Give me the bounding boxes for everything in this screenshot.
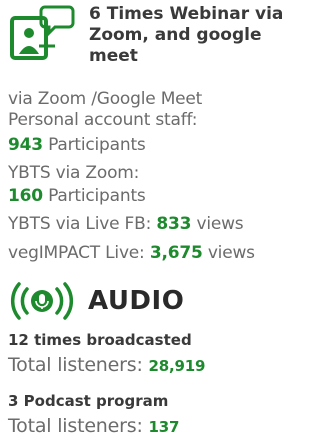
broadcast-microphone-icon [11,282,73,320]
ybts-zoom-participants: 160 Participants [8,186,146,206]
views-label: views [196,214,244,234]
podcast-listeners-count: 137 [148,418,180,436]
broadcast-label: 12 times broadcasted [8,331,192,349]
participants-label: Participants [48,135,146,155]
views-label: views [207,243,255,263]
ybts-fb-line: YBTS via Live FB: 833 views [8,214,244,234]
listeners-label: Total listeners: [8,415,143,437]
presenter-chat-icon [10,5,75,60]
podcast-label: 3 Podcast program [8,392,169,410]
ybts-zoom-line: YBTS via Zoom: [8,163,140,183]
vegimpact-count: 3,675 [149,243,203,263]
participants-label: Participants [48,186,146,206]
listeners-label: Total listeners: [8,354,143,376]
personal-count: 943 [8,135,43,155]
ybts-zoom-count: 160 [8,186,43,206]
broadcast-listeners-count: 28,919 [148,357,206,375]
ybts-fb-count: 833 [156,214,192,234]
webinar-title: 6 Times Webinar via Zoom, and google mee… [89,4,284,66]
zoom-google-line: via Zoom /Google Meet [8,89,203,109]
podcast-listeners-line: Total listeners: 137 [8,414,179,439]
audio-title: AUDIO [88,286,185,316]
personal-participants: 943 Participants [8,135,146,155]
vegimpact-label: vegIMPACT Live: [8,243,145,263]
ybts-fb-label: YBTS via Live FB: [8,214,152,234]
vegimpact-line: vegIMPACT Live: 3,675 views [8,243,255,263]
broadcast-listeners-line: Total listeners: 28,919 [8,353,205,378]
personal-staff-line: Personal account staff: [8,110,198,130]
